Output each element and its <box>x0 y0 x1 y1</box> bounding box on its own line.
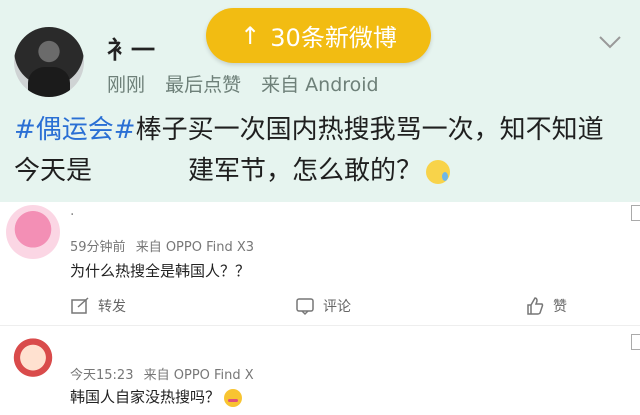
post-text-line2-end: 建军节，怎么敢的？ <box>188 156 423 186</box>
comment-text-content: 韩国人自家没热搜吗？ <box>70 388 221 406</box>
comment-source: 来自 OPPO Find X <box>143 368 254 383</box>
hashtag-link[interactable]: #偶运会# <box>14 115 136 145</box>
comment-text: 为什么热搜全是韩国人？？ <box>70 262 251 280</box>
post-text-line1: 棒子买一次国内热搜我骂一次，知不知道 <box>135 115 604 145</box>
weibo-post: 衤一 刚刚 最后点赞 来自 Android ↑ 30条新微博 #偶运会#棒子买一… <box>0 0 640 202</box>
comment-icon <box>296 298 314 316</box>
comment-time: 59分钟前 <box>70 240 126 255</box>
blush-emoji-icon <box>224 388 243 407</box>
new-posts-label: 30条新微博 <box>270 24 397 52</box>
comment-time: 今天15:23 <box>70 368 134 383</box>
post-last-like: 最后点赞 <box>165 74 242 96</box>
repost-label: 转发 <box>98 299 126 315</box>
repost-icon <box>71 297 89 314</box>
comment-text: 韩国人自家没热搜吗？ <box>70 386 243 407</box>
commenter-name[interactable]: · <box>70 207 74 223</box>
author-username[interactable]: 衤一 <box>107 30 155 65</box>
post-body: #偶运会#棒子买一次国内热搜我骂一次，知不知道 今天是 建军节，怎么敢的？ <box>14 110 626 192</box>
comment-meta: 今天15:23 来自 OPPO Find X <box>70 364 260 383</box>
like-label: 赞 <box>553 299 567 315</box>
author-avatar[interactable] <box>14 27 84 97</box>
comment-source: 来自 OPPO Find X3 <box>135 240 255 255</box>
post-source: 来自 Android <box>261 74 379 96</box>
comment-more-icon[interactable] <box>631 205 640 221</box>
post-text-line2: 今天是 <box>14 156 93 186</box>
like-button[interactable]: 赞 <box>525 296 567 316</box>
comment-more-icon[interactable] <box>631 334 640 350</box>
divider <box>0 325 640 326</box>
comment-meta: 59分钟前 来自 OPPO Find X3 <box>70 236 260 255</box>
sweat-emoji-icon <box>426 159 451 184</box>
comment-label: 评论 <box>323 299 351 315</box>
repost-button[interactable]: 转发 <box>70 296 126 316</box>
chevron-down-icon[interactable] <box>598 34 622 50</box>
arrow-up-icon: ↑ <box>240 21 261 50</box>
post-time: 刚刚 <box>107 74 146 96</box>
commenter-avatar[interactable] <box>6 205 60 259</box>
comment-button[interactable]: 评论 <box>295 296 351 316</box>
thumbs-up-icon <box>527 297 544 315</box>
post-meta: 刚刚 最后点赞 来自 Android <box>107 70 393 97</box>
commenter-avatar[interactable] <box>6 336 60 390</box>
new-posts-banner[interactable]: ↑ 30条新微博 <box>206 8 431 63</box>
